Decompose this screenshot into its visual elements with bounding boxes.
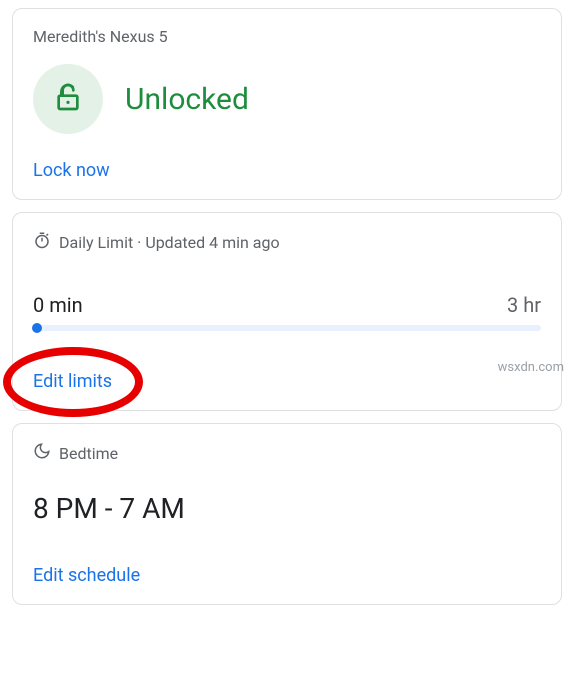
current-usage: 0 min [33,293,83,317]
status-row: Unlocked [33,64,541,134]
bedtime-range: 8 PM - 7 AM [33,492,541,525]
moon-icon [33,442,51,464]
edit-limits-wrapper: Edit limits [33,371,112,392]
usage-progress-bar [33,325,541,331]
updated-text: Updated 4 min ago [145,233,279,252]
device-status-card: Meredith's Nexus 5 Unlocked Lock now [12,8,562,200]
daily-limit-card: Daily Limit · Updated 4 min ago 0 min 3 … [12,212,562,411]
unlocked-icon [52,81,84,117]
lock-now-button[interactable]: Lock now [33,160,541,181]
usage-row: 0 min 3 hr [33,293,541,317]
lock-status-label: Unlocked [125,82,249,117]
edit-limits-button[interactable]: Edit limits [33,371,112,392]
daily-limit-header: Daily Limit · Updated 4 min ago [33,231,541,253]
lock-status-icon-bg [33,64,103,134]
bedtime-card: Bedtime 8 PM - 7 AM Edit schedule [12,423,562,605]
progress-indicator [32,323,42,333]
stopwatch-icon [33,231,51,253]
watermark: wsxdn.com [498,360,564,375]
bedtime-header: Bedtime [33,442,541,464]
limit-value: 3 hr [507,293,541,317]
device-name: Meredith's Nexus 5 [33,27,541,46]
bedtime-label: Bedtime [59,444,118,463]
daily-limit-label: Daily Limit [59,233,133,252]
edit-schedule-button[interactable]: Edit schedule [33,565,541,586]
